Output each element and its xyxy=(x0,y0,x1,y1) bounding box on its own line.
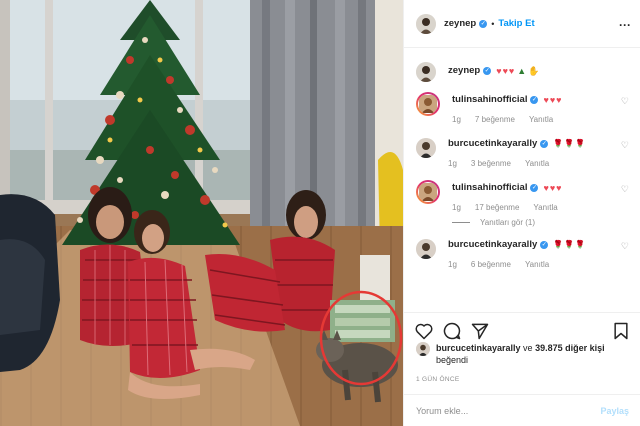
verified-icon: ✓ xyxy=(530,96,539,104)
comment-time[interactable]: 1g xyxy=(448,159,457,168)
comment-avatar[interactable] xyxy=(416,239,436,259)
likes-conjunction: ve xyxy=(520,343,536,353)
comment-username[interactable]: tulinsahinofficial xyxy=(452,180,527,196)
likes-summary: burcucetinkayarally ve 39.875 diğer kişi… xyxy=(416,342,631,366)
view-replies-button[interactable]: Yanıtları gör (1) xyxy=(452,218,629,227)
comment-time[interactable]: 1g xyxy=(452,203,461,212)
comment-input[interactable] xyxy=(416,405,601,416)
post-photo[interactable] xyxy=(0,0,403,426)
comment-text: ♥♥♥ xyxy=(543,95,563,105)
likes-suffix: beğendi xyxy=(436,355,469,365)
liker-username[interactable]: burcucetinkayarally xyxy=(436,343,521,353)
comment-text: ♥♥♥ xyxy=(543,183,563,193)
author-username[interactable]: zeynep xyxy=(444,18,476,29)
post-date[interactable]: 1 GÜN ÖNCE xyxy=(416,376,459,383)
comment-username[interactable]: burcucetinkayarally xyxy=(448,136,537,152)
comment-username[interactable]: burcucetinkayarally xyxy=(448,237,537,253)
comment-avatar[interactable] xyxy=(416,180,440,204)
separator-dot: • xyxy=(491,18,495,29)
reply-button[interactable]: Yanıtla xyxy=(525,159,549,168)
liker-avatar[interactable] xyxy=(416,342,430,356)
caption-text: ♥♥♥ xyxy=(496,66,516,76)
comment-item: burcucetinkayarally ✓ 🌹🌹🌹 1g 3 beğenme Y… xyxy=(404,136,640,168)
verified-icon: ✓ xyxy=(540,140,549,148)
praying-hands-icon: ✋ xyxy=(528,66,540,76)
comment-likes[interactable]: 6 beğenme xyxy=(471,260,511,269)
caption-username[interactable]: zeynep xyxy=(448,63,480,79)
comment-avatar[interactable] xyxy=(416,138,436,158)
reply-button[interactable]: Yanıtla xyxy=(525,260,549,269)
verified-icon: ✓ xyxy=(479,19,488,28)
post-comment-button[interactable]: Paylaş xyxy=(600,406,629,416)
likes-count[interactable]: 39.875 diğer kişi xyxy=(535,343,605,353)
comment-item: tulinsahinofficial ✓ ♥♥♥ 1g 17 beğenme Y… xyxy=(404,180,640,227)
post-header: zeynep ✓ • Takip Et ··· xyxy=(404,0,640,48)
verified-icon: ✓ xyxy=(540,241,549,249)
comment-time[interactable]: 1g xyxy=(448,260,457,269)
family-christmas-photo xyxy=(0,0,403,426)
post-side-panel: zeynep ✓ • Takip Et ··· zeynep ✓ ♥♥♥ ▲ ✋ xyxy=(403,0,640,426)
comment-avatar[interactable] xyxy=(416,92,440,116)
share-icon[interactable] xyxy=(470,321,490,341)
heart-icon[interactable]: ♡ xyxy=(621,140,629,151)
caption: zeynep ✓ ♥♥♥ ▲ ✋ xyxy=(404,58,640,82)
comment-icon[interactable] xyxy=(442,321,462,341)
comment-likes[interactable]: 7 beğenme xyxy=(475,115,515,124)
comment-text: 🌹🌹🌹 xyxy=(553,240,587,249)
follow-button[interactable]: Takip Et xyxy=(498,18,534,29)
tree-emoji-icon: ▲ xyxy=(517,66,527,76)
comment-likes[interactable]: 3 beğenme xyxy=(471,159,511,168)
comment-likes[interactable]: 17 beğenme xyxy=(475,203,519,212)
verified-icon: ✓ xyxy=(530,184,539,192)
heart-icon[interactable] xyxy=(414,321,434,341)
author-avatar[interactable] xyxy=(416,13,436,34)
more-icon[interactable]: ··· xyxy=(619,18,631,32)
verified-icon: ✓ xyxy=(483,67,492,75)
heart-icon[interactable]: ♡ xyxy=(621,96,629,107)
add-comment-bar: Paylaş xyxy=(404,394,640,426)
comment-text: 🌹🌹🌹 xyxy=(553,139,587,148)
bookmark-icon[interactable] xyxy=(611,321,631,341)
caption-avatar[interactable] xyxy=(416,62,436,82)
replies-divider xyxy=(452,222,470,223)
comment-item: tulinsahinofficial ✓ ♥♥♥ 1g 7 beğenme Ya… xyxy=(404,92,640,124)
comment-username[interactable]: tulinsahinofficial xyxy=(452,92,527,108)
reply-button[interactable]: Yanıtla xyxy=(529,115,553,124)
view-replies-label: Yanıtları gör (1) xyxy=(480,218,535,227)
heart-icon[interactable]: ♡ xyxy=(621,241,629,252)
comment-item: burcucetinkayarally ✓ 🌹🌹🌹 1g 6 beğenme Y… xyxy=(404,237,640,269)
comments-list: zeynep ✓ ♥♥♥ ▲ ✋ tulinsahinofficial ✓ ♥♥… xyxy=(404,58,640,269)
reply-button[interactable]: Yanıtla xyxy=(533,203,557,212)
comment-time[interactable]: 1g xyxy=(452,115,461,124)
heart-icon[interactable]: ♡ xyxy=(621,184,629,195)
